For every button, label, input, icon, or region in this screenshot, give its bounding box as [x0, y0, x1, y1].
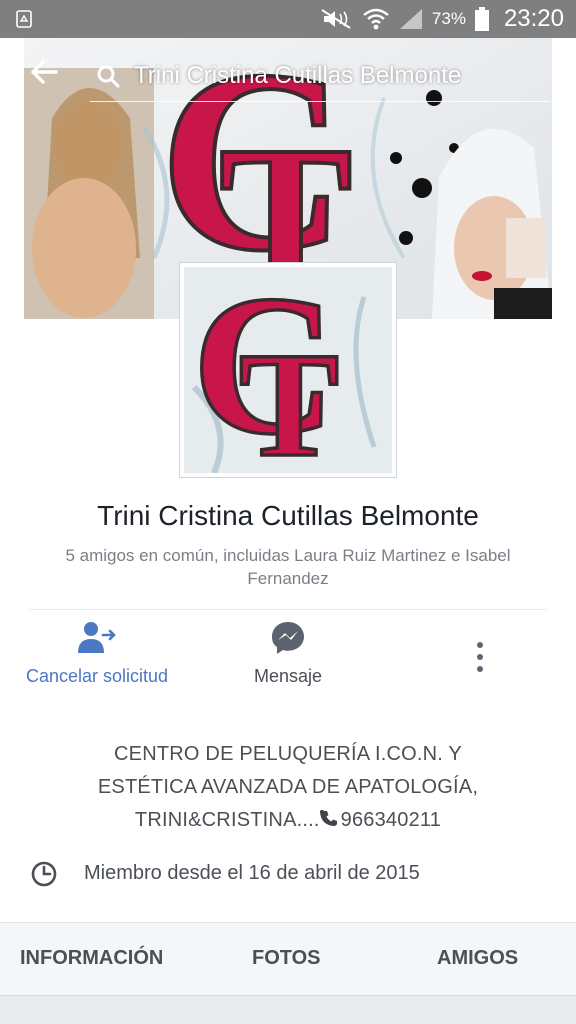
friend-request-sent-icon: [78, 622, 116, 653]
top-bar: Trini Cristina Cutillas Belmonte: [0, 38, 576, 116]
mute-icon: [321, 9, 351, 29]
message-button[interactable]: Mensaje: [232, 620, 344, 700]
svg-text:T: T: [239, 322, 339, 473]
profile-bio: CENTRO DE PELUQUERÍA I.CO.N. Y ESTÉTICA …: [60, 738, 516, 837]
status-bar: 73% 23:20: [0, 0, 576, 38]
tab-fotos[interactable]: FOTOS: [252, 947, 321, 970]
profile-tabs: INFORMACIÓN FOTOS AMIGOS: [0, 922, 576, 996]
battery-icon: [474, 7, 489, 31]
member-since-row: Miembro desde el 16 de abril de 2015: [30, 858, 546, 892]
divider: [30, 609, 546, 610]
bio-line: CENTRO DE PELUQUERÍA I.CO.N. Y: [114, 743, 462, 765]
mutual-friends-text[interactable]: 5 amigos en común, incluidas Laura Ruiz …: [30, 544, 546, 590]
profile-name: Trini Cristina Cutillas Belmonte: [97, 500, 479, 531]
tab-informacion[interactable]: INFORMACIÓN: [20, 947, 163, 970]
message-label: Mensaje: [253, 666, 323, 686]
cancel-request-button[interactable]: Cancelar solicitud: [14, 620, 180, 700]
tab-amigos[interactable]: AMIGOS: [437, 947, 518, 970]
search-icon: [97, 65, 120, 88]
search-bar[interactable]: Trini Cristina Cutillas Belmonte: [90, 58, 550, 102]
back-arrow-icon[interactable]: [26, 54, 62, 90]
phone-icon: [319, 810, 337, 826]
member-since-text: Miembro desde el 16 de abril de 2015: [84, 862, 420, 884]
profile-picture[interactable]: C T: [179, 262, 397, 478]
bio-line: TRINI&CRISTINA....: [134, 809, 320, 831]
battery-percentage: 73%: [431, 9, 466, 28]
bio-line-phone: TRINI&CRISTINA.... 966340211: [60, 804, 516, 837]
bio-line: ESTÉTICA AVANZADA DE APATOLOGÍA,: [97, 776, 479, 798]
status-icons: 73% 23:20: [320, 0, 564, 38]
more-options-icon[interactable]: [468, 640, 492, 674]
phone-number[interactable]: 966340211: [341, 809, 441, 831]
wifi-icon: [363, 8, 389, 30]
search-query[interactable]: Trini Cristina Cutillas Belmonte: [134, 62, 461, 90]
recycle-icon: [16, 10, 32, 28]
messenger-icon: [272, 622, 304, 654]
cancel-request-label: Cancelar solicitud: [25, 666, 169, 686]
clock-icon: [31, 861, 57, 887]
bottom-band: [0, 996, 576, 1024]
clock-time: 23:20: [503, 5, 564, 32]
signal-icon: [399, 9, 422, 29]
